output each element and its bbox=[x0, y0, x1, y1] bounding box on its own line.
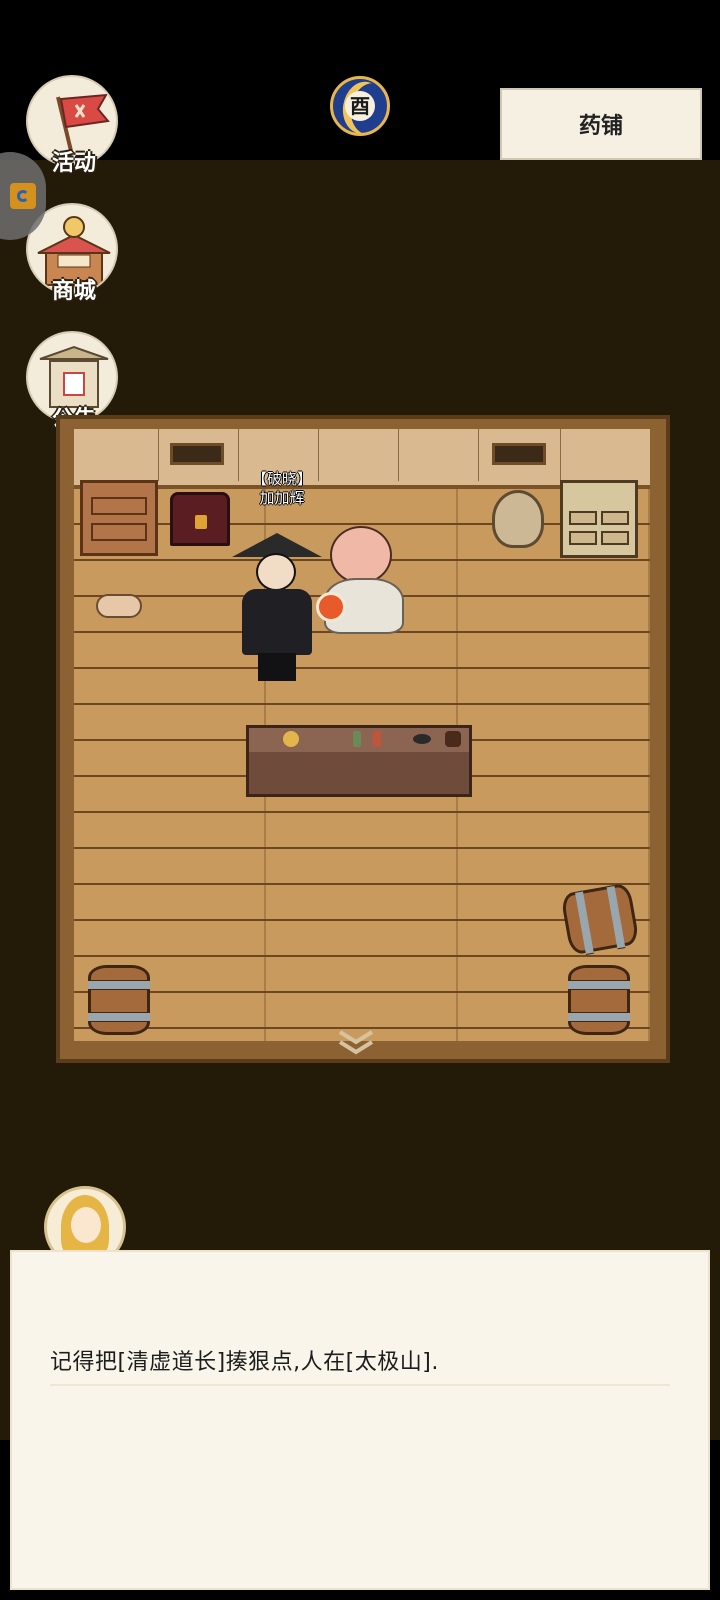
floor-hand-prop bbox=[96, 594, 142, 618]
dialog-text: 记得把[清虚道长]揍狠点,人在[太极山]. bbox=[50, 1350, 439, 1375]
lock-icon bbox=[195, 515, 207, 529]
player-name: 加加辉 bbox=[259, 489, 305, 507]
wooden-barrel bbox=[88, 965, 150, 1035]
location-title: 药铺 bbox=[500, 88, 702, 160]
merchant-npc[interactable] bbox=[316, 520, 410, 634]
window-vent bbox=[492, 443, 546, 465]
wooden-cabinet bbox=[80, 480, 158, 556]
player-name-tag: 【破晓】 加加辉 bbox=[232, 470, 332, 508]
tipped-barrel bbox=[560, 882, 640, 956]
time-glyph: 酉 bbox=[345, 91, 375, 121]
player-title: 【破晓】 bbox=[251, 470, 312, 488]
menu-item-label: 商城 bbox=[51, 279, 96, 304]
grain-sack bbox=[492, 490, 544, 548]
chevron-down-icon[interactable] bbox=[336, 1028, 376, 1058]
app-logo-icon bbox=[10, 183, 36, 209]
shop-counter[interactable] bbox=[246, 725, 472, 797]
food-plate-icon bbox=[316, 592, 346, 622]
wooden-barrel bbox=[568, 965, 630, 1035]
medicine-drawer-shelf[interactable] bbox=[560, 480, 638, 558]
player-character[interactable] bbox=[218, 533, 328, 683]
dialog-box[interactable]: 记得把[清虚道长]揍狠点,人在[太极山]. bbox=[10, 1250, 710, 1590]
window-vent bbox=[170, 443, 224, 465]
time-of-day-badge[interactable]: 酉 bbox=[330, 76, 390, 136]
